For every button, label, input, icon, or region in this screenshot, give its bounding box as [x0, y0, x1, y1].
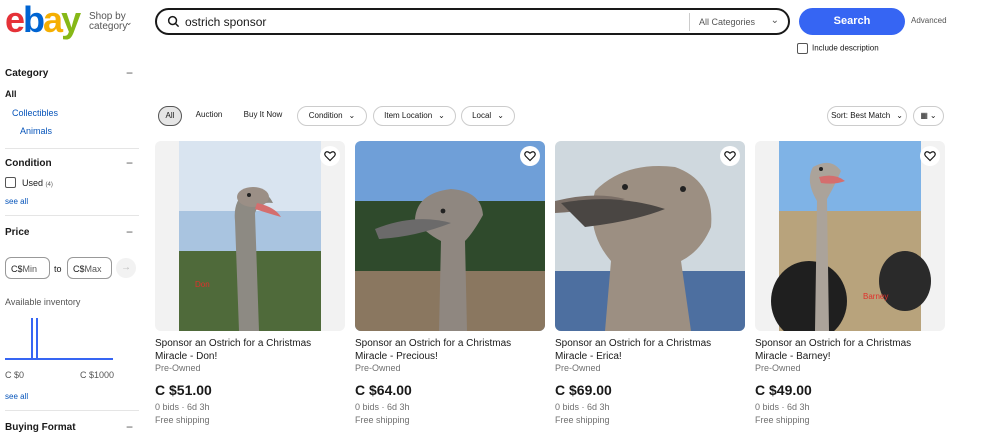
divider: [5, 410, 139, 411]
advanced-search-link[interactable]: Advanced: [911, 16, 947, 25]
name-tag: Don: [195, 280, 210, 289]
used-checkbox[interactable]: [5, 177, 16, 188]
chevron-down-icon: ⌄: [770, 15, 779, 26]
ostrich-photo: Barney: [771, 141, 931, 331]
listing-shipping: Free shipping: [755, 415, 810, 425]
grid-view-icon: ▦: [920, 111, 928, 120]
chevron-down-icon: ⌄: [125, 17, 133, 27]
condition-dropdown[interactable]: Condition ⌄: [297, 106, 367, 126]
histogram-bar: [36, 318, 38, 358]
filter-all-button[interactable]: All: [158, 106, 182, 126]
listing-price: C $49.00: [755, 382, 812, 398]
chevron-down-icon: ⌄: [348, 111, 356, 120]
listing-title[interactable]: Sponsor an Ostrich for a Christmas Mirac…: [755, 337, 943, 363]
arrow-right-icon[interactable]: →: [116, 258, 136, 278]
listing-bids: 0 bids · 6d 3h: [355, 402, 410, 412]
listing-image[interactable]: [355, 141, 545, 331]
condition-heading[interactable]: Condition: [5, 158, 52, 169]
search-icon: [167, 15, 180, 28]
listing-bids: 0 bids · 6d 3h: [555, 402, 610, 412]
listing-bids: 0 bids · 6d 3h: [755, 402, 810, 412]
ebay-logo[interactable]: ebay: [5, 2, 81, 38]
histogram-baseline: [5, 358, 113, 360]
item-location-dropdown[interactable]: Item Location ⌄: [373, 106, 456, 126]
shop-by-category-button[interactable]: Shop by category ⌄: [89, 12, 133, 32]
ostrich-photo: Don: [179, 141, 321, 331]
category-animals-link[interactable]: Animals: [20, 126, 52, 136]
listing-condition: Pre-Owned: [555, 363, 601, 373]
price-max-input[interactable]: C$Max: [67, 257, 112, 279]
collapse-icon[interactable]: −: [126, 420, 133, 434]
chevron-down-icon: ⌄: [438, 111, 445, 120]
watch-button[interactable]: [720, 146, 740, 166]
price-see-all-link[interactable]: see all: [5, 392, 28, 401]
category-all[interactable]: All: [5, 89, 17, 99]
buying-format-heading[interactable]: Buying Format: [5, 422, 76, 433]
filter-auction-button[interactable]: Auction: [188, 105, 230, 125]
search-button[interactable]: Search: [799, 8, 905, 35]
listing-image[interactable]: Barney: [755, 141, 945, 331]
price-min-input[interactable]: C$Min: [5, 257, 50, 279]
chevron-down-icon: ⌄: [929, 111, 937, 120]
range-max-label: C $1000: [80, 370, 115, 380]
watch-button[interactable]: [920, 146, 940, 166]
search-input[interactable]: [185, 13, 685, 31]
listing-shipping: Free shipping: [555, 415, 610, 425]
listing-shipping: Free shipping: [355, 415, 410, 425]
listing-image[interactable]: [555, 141, 745, 331]
heart-icon: [524, 151, 536, 162]
listing-bids: 0 bids · 6d 3h: [155, 402, 210, 412]
category-heading[interactable]: Category: [5, 68, 48, 79]
category-select[interactable]: All Categories ⌄: [689, 13, 787, 31]
sort-dropdown[interactable]: Sort: Best Match ⌄: [827, 106, 907, 126]
collapse-icon[interactable]: −: [126, 156, 133, 170]
local-dropdown[interactable]: Local ⌄: [461, 106, 515, 126]
category-collectibles-link[interactable]: Collectibles: [12, 108, 58, 118]
listing-title[interactable]: Sponsor an Ostrich for a Christmas Mirac…: [555, 337, 743, 363]
collapse-icon[interactable]: −: [126, 66, 133, 80]
condition-see-all-link[interactable]: see all: [5, 197, 28, 206]
divider: [5, 215, 139, 216]
heart-icon: [324, 151, 336, 162]
range-min-label: C $0: [5, 370, 25, 380]
listing-price: C $51.00: [155, 382, 212, 398]
view-toggle-button[interactable]: ▦ ⌄: [913, 106, 944, 126]
search-bar: All Categories ⌄: [155, 8, 790, 35]
collapse-icon[interactable]: −: [126, 225, 133, 239]
name-tag: Barney: [863, 292, 888, 301]
watch-button[interactable]: [520, 146, 540, 166]
available-inventory-label: Available inventory: [5, 297, 81, 307]
listing-condition: Pre-Owned: [355, 363, 401, 373]
price-heading[interactable]: Price: [5, 227, 29, 238]
include-description-checkbox[interactable]: Include description: [797, 43, 879, 54]
heart-icon: [924, 151, 936, 162]
heart-icon: [724, 151, 736, 162]
price-to-label: to: [54, 264, 62, 274]
histogram-bar: [31, 318, 33, 358]
listing-price: C $64.00: [355, 382, 412, 398]
listing-condition: Pre-Owned: [155, 363, 201, 373]
chevron-down-icon: ⌄: [896, 111, 903, 120]
listing-price: C $69.00: [555, 382, 612, 398]
listing-title[interactable]: Sponsor an Ostrich for a Christmas Mirac…: [355, 337, 543, 363]
divider: [5, 148, 139, 149]
ostrich-photo: [555, 141, 745, 331]
ostrich-photo: [355, 141, 545, 331]
chevron-down-icon: ⌄: [497, 111, 504, 120]
watch-button[interactable]: [320, 146, 340, 166]
listing-image[interactable]: Don: [155, 141, 345, 331]
filter-buy-it-now-button[interactable]: Buy It Now: [237, 105, 289, 125]
listing-title[interactable]: Sponsor an Ostrich for a Christmas Mirac…: [155, 337, 343, 363]
listing-condition: Pre-Owned: [755, 363, 801, 373]
checkbox-icon[interactable]: [797, 43, 808, 54]
used-label[interactable]: Used (4): [22, 178, 53, 188]
listing-shipping: Free shipping: [155, 415, 210, 425]
